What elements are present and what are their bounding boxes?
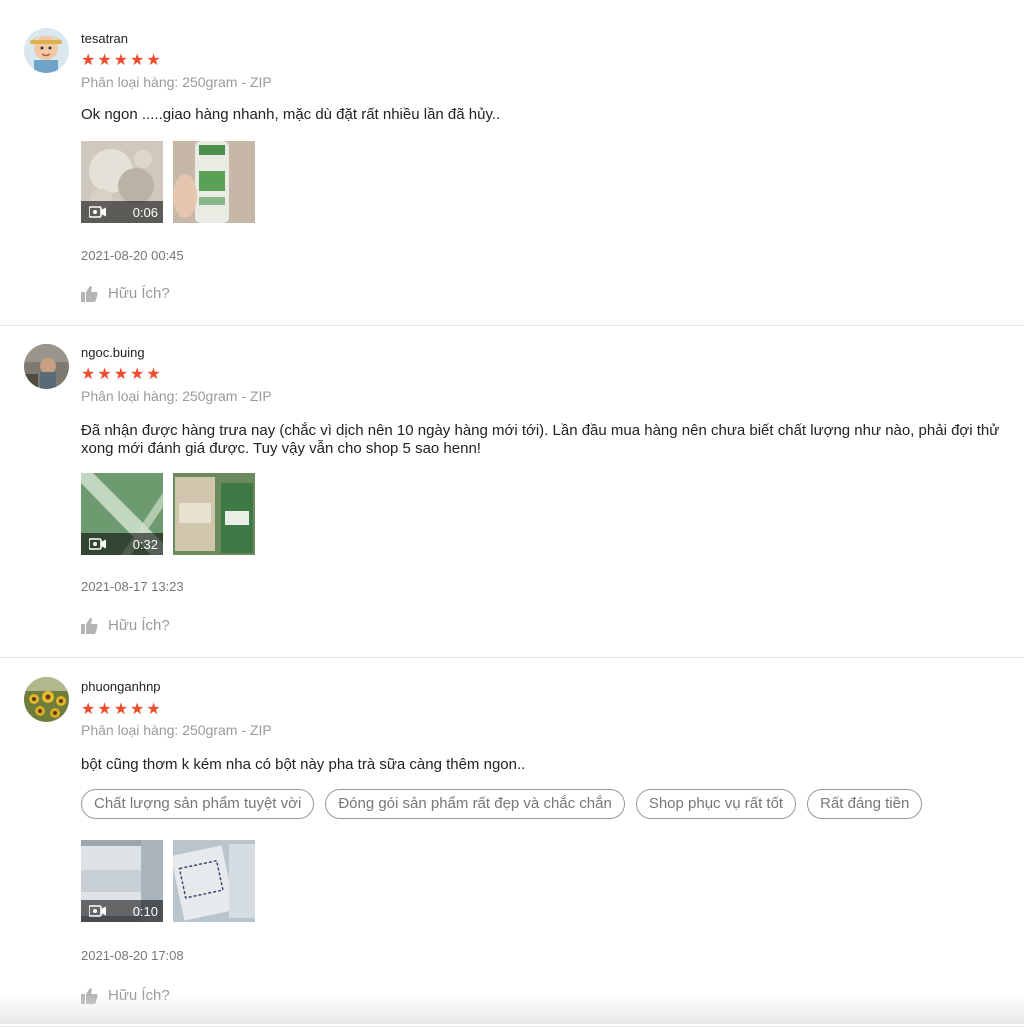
star-icon: ★ [146, 52, 161, 69]
star-rating: ★ ★ ★ ★ ★ [81, 702, 161, 718]
star-icon: ★ [146, 701, 161, 718]
review-media: 0:06 [81, 141, 255, 223]
helpful-label: Hữu Ích? [108, 285, 170, 302]
star-icon: ★ [130, 52, 145, 69]
helpful-button[interactable]: Hữu Ích? [81, 285, 170, 302]
star-icon: ★ [130, 701, 145, 718]
helpful-label: Hữu Ích? [108, 617, 170, 634]
star-icon: ★ [97, 366, 112, 383]
review-date: 2021-08-17 13:23 [81, 579, 184, 594]
username[interactable]: phuonganhnp [81, 679, 161, 694]
photo-thumbnail[interactable] [173, 840, 255, 922]
avatar[interactable] [24, 677, 69, 722]
video-camera-icon [89, 206, 106, 218]
star-icon: ★ [146, 366, 161, 383]
video-duration: 0:32 [132, 536, 158, 552]
review-tag: Rất đáng tiền [807, 789, 923, 819]
star-icon: ★ [130, 366, 145, 383]
video-camera-icon [89, 538, 106, 550]
username[interactable]: tesatran [81, 31, 128, 46]
star-rating: ★ ★ ★ ★ ★ [81, 367, 161, 383]
review-item: phuonganhnp ★ ★ ★ ★ ★ Phân loại hàng: 25… [0, 658, 1024, 1027]
star-icon: ★ [113, 52, 129, 69]
video-overlay: 0:06 [81, 201, 163, 223]
thumbs-up-icon [81, 285, 98, 302]
video-thumbnail[interactable]: 0:06 [81, 141, 163, 223]
review-media: 0:32 [81, 473, 255, 555]
review-media: 0:10 [81, 840, 255, 922]
star-icon: ★ [81, 701, 96, 718]
review-tag: Đóng gói sản phẩm rất đẹp và chắc chắn [325, 789, 625, 819]
review-comment: bột cũng thơm k kém nha có bột này pha t… [81, 756, 526, 773]
review-date: 2021-08-20 17:08 [81, 948, 184, 963]
star-icon: ★ [113, 701, 129, 718]
review-comment: Ok ngon .....giao hàng nhanh, mặc dù đặt… [81, 106, 501, 123]
review-date: 2021-08-20 00:45 [81, 248, 184, 263]
photo-thumbnail[interactable] [173, 473, 255, 555]
video-thumbnail[interactable]: 0:10 [81, 840, 163, 922]
bottom-fade [0, 994, 1024, 1024]
review-tag: Chất lượng sản phẩm tuyệt vời [81, 789, 315, 819]
variation-label: Phân loại hàng: 250gram - ZIP [81, 388, 272, 404]
review-comment: Đã nhận được hàng trưa nay (chắc vì dịch… [81, 422, 1000, 457]
star-icon: ★ [97, 701, 112, 718]
star-rating: ★ ★ ★ ★ ★ [81, 53, 161, 69]
video-overlay: 0:32 [81, 533, 163, 555]
star-icon: ★ [81, 366, 96, 383]
thumbs-up-icon [81, 617, 98, 634]
avatar[interactable] [24, 28, 69, 73]
photo-thumbnail[interactable] [173, 141, 255, 223]
video-overlay: 0:10 [81, 900, 163, 922]
video-thumbnail[interactable]: 0:32 [81, 473, 163, 555]
star-icon: ★ [97, 52, 112, 69]
review-item: tesatran ★ ★ ★ ★ ★ Phân loại hàng: 250gr… [0, 0, 1024, 326]
review-item: ngoc.buing ★ ★ ★ ★ ★ Phân loại hàng: 250… [0, 326, 1024, 658]
video-duration: 0:06 [132, 204, 158, 220]
helpful-button[interactable]: Hữu Ích? [81, 617, 170, 634]
review-tags: Chất lượng sản phẩm tuyệt vời Đóng gói s… [81, 789, 923, 819]
video-camera-icon [89, 905, 106, 917]
review-tag: Shop phục vụ rất tốt [635, 789, 797, 819]
video-duration: 0:10 [132, 903, 158, 919]
star-icon: ★ [81, 52, 96, 69]
variation-label: Phân loại hàng: 250gram - ZIP [81, 74, 272, 90]
star-icon: ★ [113, 366, 129, 383]
username[interactable]: ngoc.buing [81, 345, 145, 360]
avatar[interactable] [24, 344, 69, 389]
variation-label: Phân loại hàng: 250gram - ZIP [81, 722, 272, 738]
